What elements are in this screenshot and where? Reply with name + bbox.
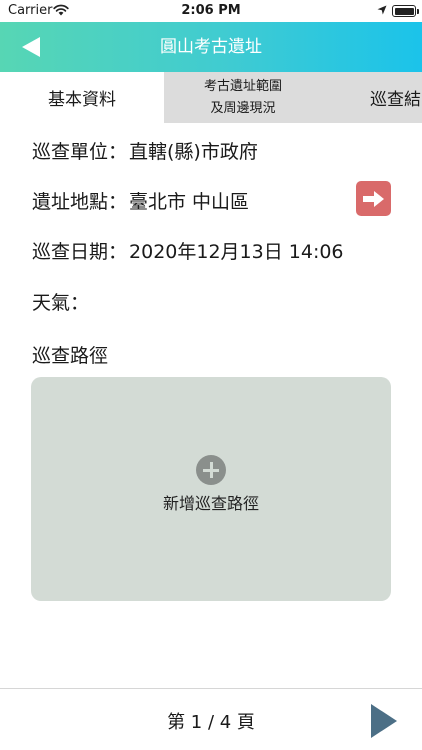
battery-tip xyxy=(417,9,419,14)
tab-site-range[interactable]: 考古遺址範圍 及周邊現況 xyxy=(164,72,322,123)
add-route-label: 新增巡查路徑 xyxy=(162,494,259,513)
field-label: 天氣： xyxy=(32,292,90,314)
field-patrol-unit: 巡查單位： 直轄(縣)市政府 xyxy=(32,137,258,164)
location-arrow-icon xyxy=(377,5,387,15)
status-bar: Carrier 2:06 PM xyxy=(0,0,422,22)
footer-bar: 第 1 / 4 頁 xyxy=(0,688,422,750)
status-time: 2:06 PM xyxy=(181,3,241,18)
field-value: 直轄(縣)市政府 xyxy=(129,141,258,163)
next-page-button[interactable] xyxy=(368,701,400,741)
field-value: 臺北市 中山區 xyxy=(129,191,250,213)
open-location-button[interactable] xyxy=(356,181,391,216)
field-weather: 天氣： xyxy=(32,288,91,315)
tab-bar: 基本資料 考古遺址範圍 及周邊現況 巡查結 xyxy=(0,72,422,123)
arrow-right-icon xyxy=(363,190,384,207)
field-site-location: 遺址地點： 臺北市 中山區 xyxy=(32,187,249,214)
tab-site-range-line2: 及周邊現況 xyxy=(210,100,276,116)
tab-patrol-result[interactable]: 巡查結 xyxy=(322,72,422,123)
page-indicator: 第 1 / 4 頁 xyxy=(167,712,255,733)
field-label: 巡查日期： xyxy=(32,241,128,263)
battery-icon xyxy=(392,5,416,17)
add-route-area[interactable]: 新增巡查路徑 xyxy=(31,377,391,601)
field-value: 2020年12月13日 14:06 xyxy=(129,241,344,263)
field-label: 遺址地點： xyxy=(32,191,128,213)
field-label: 巡查單位： xyxy=(32,141,128,163)
tab-site-range-line1: 考古遺址範圍 xyxy=(203,78,282,94)
route-heading: 巡查路徑 xyxy=(32,345,109,367)
field-patrol-date: 巡查日期： 2020年12月13日 14:06 xyxy=(32,237,344,264)
tab-basic-info[interactable]: 基本資料 xyxy=(0,72,164,123)
plus-circle-icon xyxy=(196,455,226,485)
app-screen: Carrier 2:06 PM 圓山考古遺址 基本資料 考古遺址範圍 及周邊現況… xyxy=(0,0,422,750)
page-title: 圓山考古遺址 xyxy=(160,37,262,57)
nav-bar: 圓山考古遺址 xyxy=(0,22,422,72)
